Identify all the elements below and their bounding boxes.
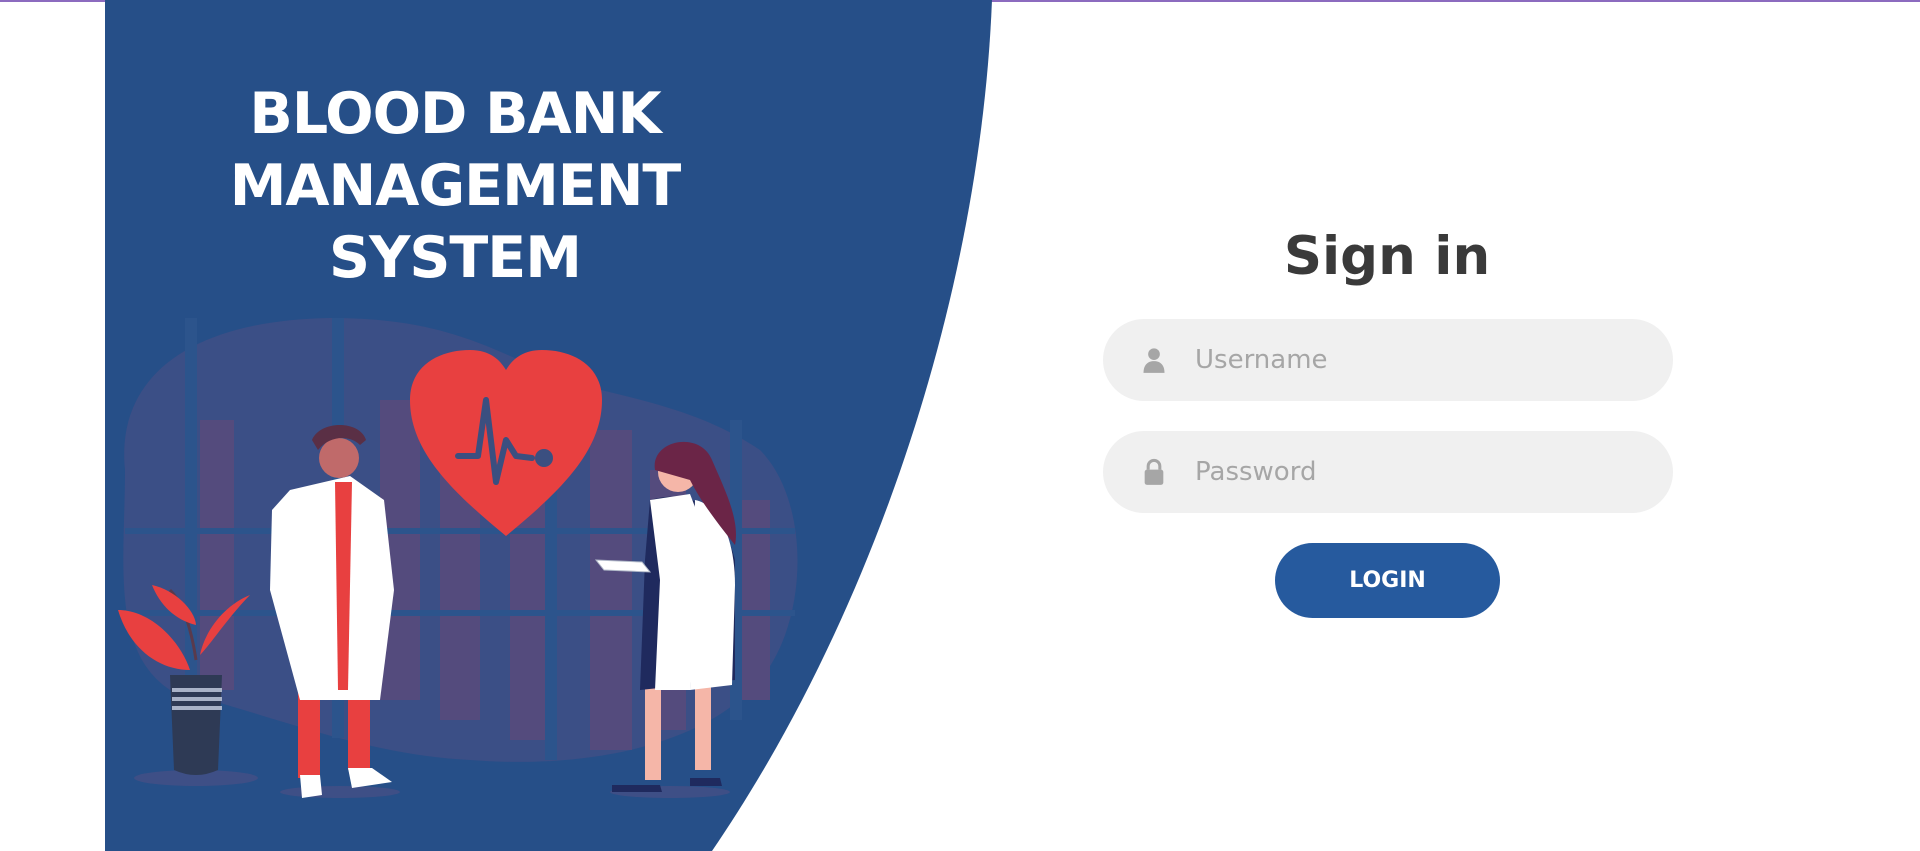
user-icon [1143, 348, 1165, 373]
password-field[interactable] [1103, 431, 1673, 513]
app-title-line: MANAGEMENT [229, 153, 682, 219]
login-button[interactable]: LOGIN [1275, 543, 1500, 618]
app-title: BLOOD BANK MANAGEMENT SYSTEM [180, 78, 730, 294]
username-field[interactable] [1103, 319, 1673, 401]
building [590, 430, 632, 750]
password-input[interactable] [1195, 431, 1645, 513]
signin-heading: Sign in [1283, 226, 1491, 287]
lock-icon [1144, 458, 1164, 485]
app-title-line: BLOOD BANK [249, 81, 661, 147]
username-input[interactable] [1195, 319, 1645, 401]
building [200, 420, 234, 690]
app-title-line: SYSTEM [329, 225, 582, 291]
